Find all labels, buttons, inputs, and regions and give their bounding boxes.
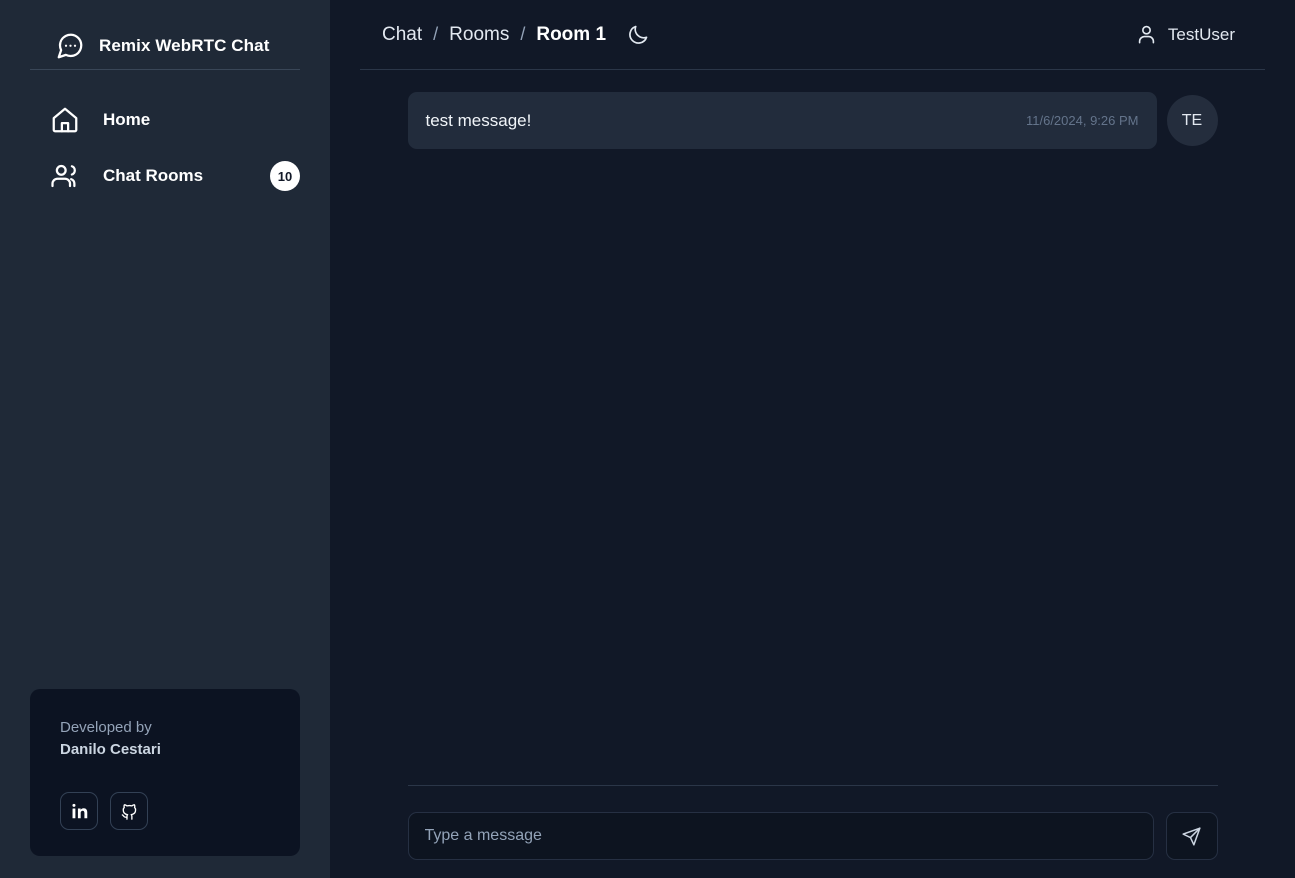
message-bubble: test message! 11/6/2024, 9:26 PM [407, 92, 1157, 149]
composer-area [330, 785, 1295, 878]
top-bar: Chat / Rooms / Room 1 TestUser [360, 0, 1265, 70]
user-icon [1138, 25, 1155, 44]
home-icon [52, 107, 78, 133]
breadcrumb-separator: / [520, 24, 526, 44]
sidebar-item-label: Chat Rooms [103, 166, 204, 185]
developer-social-links [60, 792, 270, 830]
message-timestamp: 11/6/2024, 9:26 PM [1025, 113, 1139, 128]
developer-name: Danilo Cestari [60, 741, 161, 758]
breadcrumb-item-rooms[interactable]: Rooms [449, 24, 509, 46]
breadcrumb: Chat / Rooms / Room 1 [382, 23, 650, 47]
sidebar-nav: Home Chat Rooms 10 [0, 70, 330, 204]
send-paper-plane-icon [1182, 826, 1201, 846]
user-menu[interactable]: TestUser [1135, 23, 1235, 46]
breadcrumb-separator: / [433, 24, 439, 44]
sidebar-item-label: Home [103, 110, 151, 129]
message-list: test message! 11/6/2024, 9:26 PM TE [330, 70, 1295, 785]
breadcrumb-item-current-room: Room 1 [536, 23, 607, 45]
message-text: test message! [425, 110, 532, 130]
message-input[interactable] [407, 812, 1154, 860]
moon-icon[interactable] [626, 23, 650, 47]
composer [407, 812, 1218, 860]
linkedin-icon [71, 803, 87, 818]
avatar: TE [1166, 95, 1218, 146]
developer-card: Developed by Danilo Cestari [30, 689, 300, 856]
sidebar-item-chat-rooms[interactable]: Chat Rooms 10 [0, 148, 330, 204]
chat-bubble-dots-icon [57, 33, 83, 58]
linkedin-link[interactable] [60, 792, 98, 830]
breadcrumb-item-chat[interactable]: Chat [382, 24, 422, 46]
sidebar: Remix WebRTC Chat Home Chat Rooms 10 Dev… [0, 0, 330, 878]
github-icon [121, 803, 136, 820]
github-link[interactable] [110, 792, 148, 830]
app-root: Remix WebRTC Chat Home Chat Rooms 10 Dev… [0, 0, 1295, 878]
users-icon [51, 164, 76, 188]
message-item: test message! 11/6/2024, 9:26 PM TE [407, 92, 1218, 149]
main-content: Chat / Rooms / Room 1 TestUser test mess… [330, 0, 1295, 878]
chat-rooms-count-badge: 10 [270, 161, 300, 191]
developer-subtitle: Developed by [60, 719, 152, 736]
sidebar-item-home[interactable]: Home [0, 92, 330, 148]
user-name: TestUser [1167, 24, 1235, 44]
brand-title: Remix WebRTC Chat [99, 35, 270, 55]
send-button[interactable] [1165, 812, 1218, 860]
brand[interactable]: Remix WebRTC Chat [0, 0, 330, 69]
composer-divider [407, 785, 1218, 786]
